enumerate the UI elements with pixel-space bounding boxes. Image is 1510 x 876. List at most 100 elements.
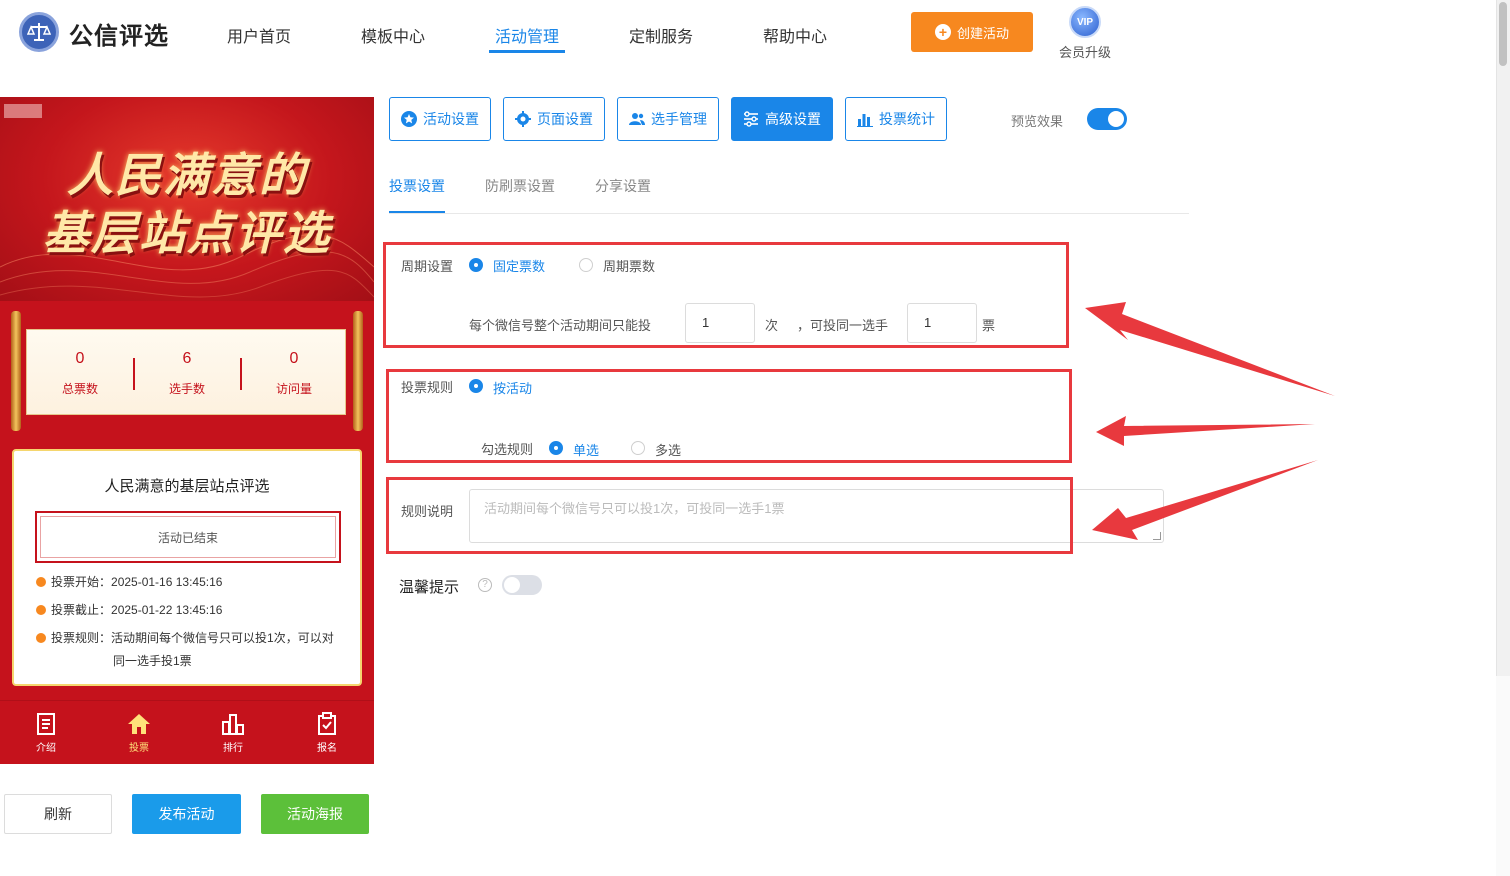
info-vote-rule: 投票规则：活动期间每个微信号只可以投1次，可以对 同一选手投1票 (36, 627, 346, 673)
info-label: 投票开始： (51, 575, 112, 589)
scroll-rod-right (353, 311, 363, 431)
nav-item-templates[interactable]: 模板中心 (361, 23, 425, 47)
period-label: 周期设置 (401, 259, 454, 274)
action-label: 投票统计 (879, 111, 935, 127)
advanced-settings-button[interactable]: 高级设置 (731, 97, 833, 141)
mobile-preview: 人民满意的 基层站点评选 0 总票数 6 选手数 0 访问量 人民满意的基层站点… (0, 97, 374, 764)
rule-description-label: 规则说明 (401, 504, 454, 519)
tab-share-settings[interactable]: 分享设置 (595, 176, 651, 196)
blurred-tag (4, 104, 42, 118)
poster-button[interactable]: 活动海报 (261, 794, 369, 834)
help-icon[interactable]: ? (478, 578, 492, 592)
votes-input[interactable]: 1 (907, 303, 977, 343)
create-activity-button[interactable]: + 创建活动 (911, 12, 1033, 52)
contestant-management-button[interactable]: 选手管理 (617, 97, 719, 141)
gear-icon (515, 111, 531, 127)
stat-contestants: 6 选手数 (134, 330, 240, 416)
check-rule-label: 勾选规则 (481, 442, 534, 457)
nav-item-activities[interactable]: 活动管理 (495, 23, 559, 47)
info-icon (36, 605, 46, 615)
times-unit: 次 (765, 318, 779, 333)
tab-vote-settings[interactable]: 投票设置 (389, 176, 445, 196)
nav-item-help[interactable]: 帮助中心 (763, 23, 827, 47)
action-label: 高级设置 (765, 111, 821, 127)
corner-ornament (35, 511, 45, 521)
info-icon (36, 633, 46, 643)
stat-label: 选手数 (168, 382, 205, 396)
arrow-to-rule (1096, 416, 1315, 446)
status-text: 活动已结束 (157, 531, 218, 545)
stat-label: 总票数 (61, 382, 98, 396)
info-end-time: 投票截止：2025-01-22 13:45:16 (36, 599, 346, 622)
preview-toggle[interactable] (1087, 108, 1127, 130)
status-box: 活动已结束 (35, 511, 341, 563)
vip-upgrade-link[interactable]: 会员升级 (1059, 42, 1111, 61)
page-settings-button[interactable]: 页面设置 (503, 97, 605, 141)
preview-banner: 人民满意的 基层站点评选 (0, 97, 374, 301)
home-icon (128, 714, 150, 734)
tab-intro[interactable]: 介绍 (21, 711, 71, 754)
activity-title: 人民满意的基层站点评选 (104, 478, 270, 495)
info-value-continued: 同一选手投1票 (113, 654, 192, 668)
create-activity-label: 创建活动 (956, 25, 1009, 41)
radio-fixed-votes[interactable] (469, 258, 483, 272)
stats-box: 0 总票数 6 选手数 0 访问量 (26, 329, 346, 415)
refresh-button[interactable]: 刷新 (4, 794, 112, 834)
preview-tabbar: 介绍 投票 排行 报名 (0, 700, 374, 764)
tips-toggle[interactable] (502, 575, 542, 595)
vote-statistics-button[interactable]: 投票统计 (845, 97, 947, 141)
chart-icon (857, 114, 873, 127)
stat-total-votes: 0 总票数 (27, 330, 133, 416)
users-icon (629, 113, 645, 125)
radio-periodic-votes[interactable] (579, 258, 593, 272)
info-value: 2025-01-16 13:45:16 (111, 575, 223, 589)
vip-icon[interactable]: VIP (1069, 6, 1101, 38)
document-icon (37, 713, 55, 735)
tab-ranking[interactable]: 排行 (208, 711, 258, 754)
stat-label: 访问量 (275, 382, 312, 396)
action-label: 活动设置 (423, 111, 479, 127)
stat-value: 6 (182, 350, 192, 367)
highlight-box-description (386, 477, 1073, 554)
stat-value: 0 (75, 350, 85, 367)
radio-by-activity-label[interactable]: 按活动 (493, 378, 532, 397)
nav-active-underline (489, 50, 565, 53)
banner-title-line1: 人民满意的 (67, 148, 307, 202)
brand-name[interactable]: 公信评选 (69, 16, 169, 51)
activity-settings-button[interactable]: 活动设置 (389, 97, 491, 141)
radio-single-choice-label[interactable]: 单选 (573, 440, 599, 459)
tips-label: 温馨提示 (399, 579, 460, 596)
radio-single-choice[interactable] (549, 441, 563, 455)
votes-unit: 票 (982, 318, 996, 333)
scrollbar-thumb[interactable] (1499, 2, 1507, 66)
info-label: 投票截止： (51, 603, 112, 617)
activity-info-card: 人民满意的基层站点评选 活动已结束 投票开始：2025-01-16 13:45:… (12, 449, 362, 686)
tab-label: 投票 (129, 743, 149, 754)
arrow-to-description (1092, 460, 1318, 540)
info-start-time: 投票开始：2025-01-16 13:45:16 (36, 571, 346, 594)
info-value: 2025-01-22 13:45:16 (111, 603, 223, 617)
tab-label: 介绍 (36, 743, 56, 754)
tab-anti-fraud-settings[interactable]: 防刷票设置 (485, 176, 555, 196)
times-input[interactable]: 1 (685, 303, 755, 343)
tab-signup[interactable]: 报名 (302, 711, 352, 754)
preview-toggle-label: 预览效果 (1011, 114, 1064, 129)
radio-multi-choice[interactable] (631, 441, 645, 455)
publish-button[interactable]: 发布活动 (132, 794, 241, 834)
annotation-arrows (1085, 302, 1335, 540)
top-header: 公信评选 用户首页 模板中心 活动管理 定制服务 帮助中心 + 创建活动 VIP… (0, 0, 1496, 66)
radio-fixed-votes-label[interactable]: 固定票数 (493, 256, 545, 275)
logo-icon[interactable] (19, 12, 59, 52)
action-label: 页面设置 (537, 111, 593, 127)
radio-by-activity[interactable] (469, 379, 483, 393)
star-icon (401, 111, 417, 127)
tab-label: 排行 (223, 743, 243, 754)
tab-vote[interactable]: 投票 (114, 711, 164, 754)
nav-item-home[interactable]: 用户首页 (227, 23, 291, 47)
corner-ornament (35, 553, 45, 563)
action-label: 选手管理 (651, 111, 707, 127)
radio-multi-choice-label[interactable]: 多选 (655, 440, 681, 459)
banner-title-line2: 基层站点评选 (43, 206, 331, 260)
nav-item-custom[interactable]: 定制服务 (629, 23, 693, 47)
radio-periodic-votes-label[interactable]: 周期票数 (603, 256, 655, 275)
